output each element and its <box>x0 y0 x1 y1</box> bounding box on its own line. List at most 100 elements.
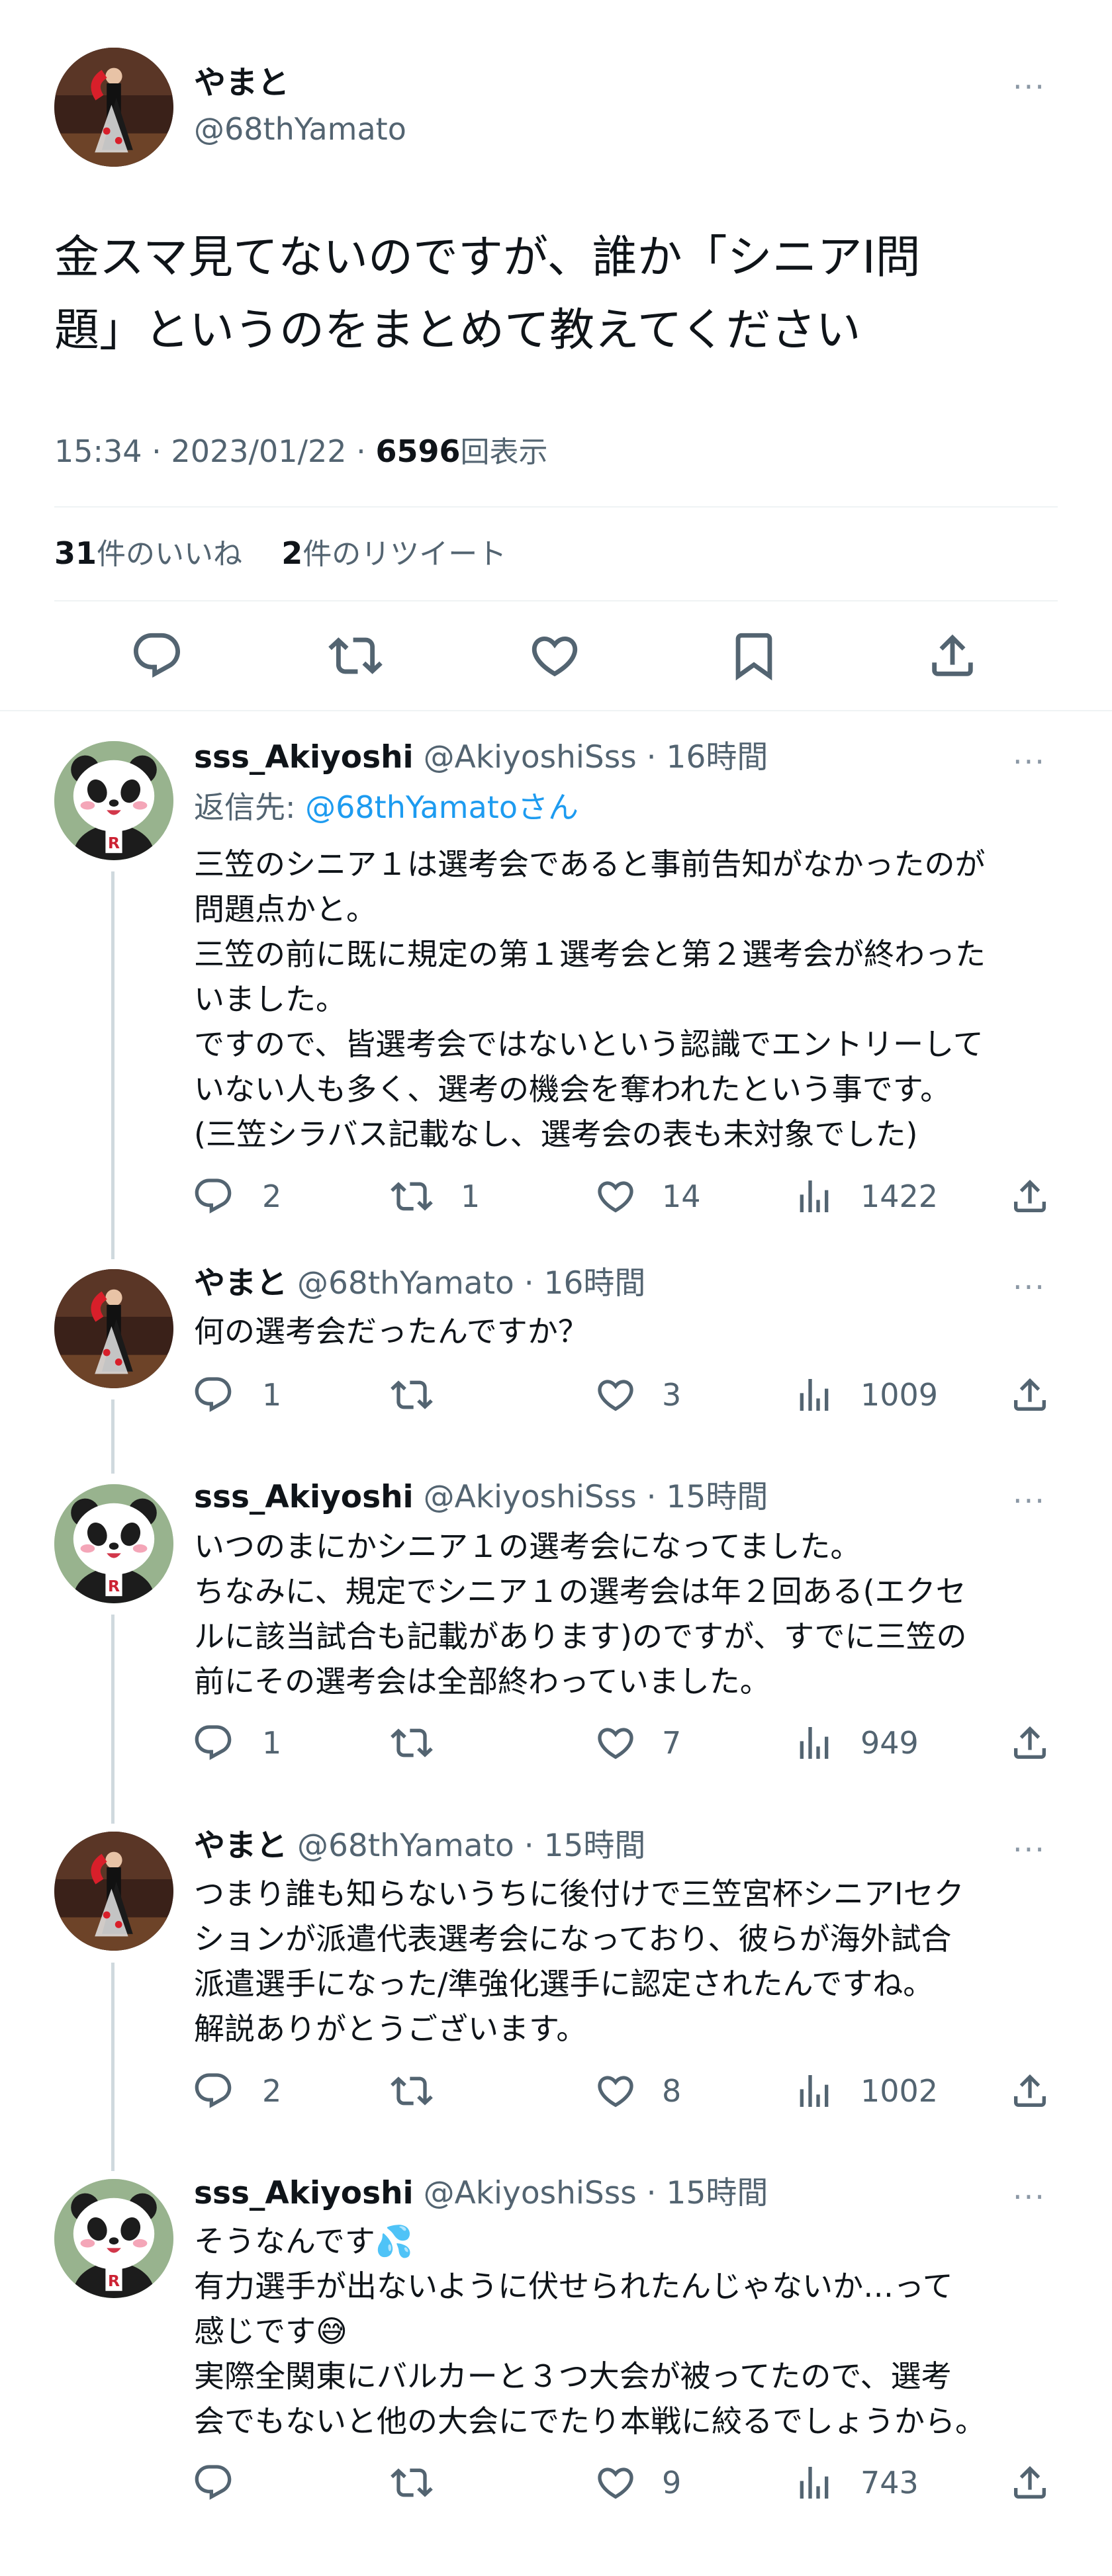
share-icon[interactable] <box>1009 1175 1051 1218</box>
views-count: 949 <box>860 1725 919 1761</box>
more-options-icon[interactable]: ··· <box>1013 71 1046 102</box>
like-count: 7 <box>662 1725 682 1761</box>
retweet-icon[interactable] <box>328 629 383 683</box>
reply-avatar[interactable] <box>54 1832 173 1951</box>
more-options-icon[interactable]: ··· <box>1013 746 1046 777</box>
reply-count: 2 <box>262 1178 282 1214</box>
likes-label[interactable]: 件のいいね <box>97 537 242 571</box>
reply-header: やまと @68thYamato · 16時間 <box>194 1264 645 1304</box>
like-icon[interactable] <box>528 629 582 683</box>
reply-icon[interactable] <box>192 2070 234 2112</box>
share-icon[interactable] <box>1009 1374 1051 1416</box>
reply-text: 何の選考会だったんですか？ <box>194 1313 588 1349</box>
reply-to-user[interactable]: @68thYamatoさん <box>305 789 579 825</box>
divider <box>54 506 1058 508</box>
views-count: 743 <box>860 2465 919 2501</box>
reply-icon[interactable] <box>192 1722 234 1764</box>
reply-count: 1 <box>262 1725 282 1761</box>
like-icon[interactable] <box>594 2462 637 2504</box>
likes-count[interactable]: 31 <box>54 535 97 571</box>
retweet-icon[interactable] <box>391 1722 433 1764</box>
view-count: 6596 <box>375 433 461 469</box>
like-icon[interactable] <box>594 1374 637 1416</box>
more-options-icon[interactable]: ··· <box>1013 2182 1046 2212</box>
reply-author-name[interactable]: やまと <box>194 1828 287 1864</box>
views-count: 1002 <box>860 2073 939 2109</box>
views-icon[interactable] <box>793 2462 835 2504</box>
retweet-icon[interactable] <box>391 2462 433 2504</box>
reply-text: つまり誰も知らないうちに後付けで三笠宮杯シニアⅠセク ションが派遣代表選考会にな… <box>194 1876 964 2047</box>
like-count: 3 <box>662 1377 682 1413</box>
views-icon[interactable] <box>793 1175 835 1218</box>
like-count: 9 <box>662 2465 682 2501</box>
reply-count: 2 <box>262 2073 282 2109</box>
reply-author-name[interactable]: sss_Akiyoshi <box>194 1479 414 1515</box>
reply-header: やまと @68thYamato · 15時間 <box>194 1826 645 1866</box>
reply-author-handle[interactable]: @AkiyoshiSss · 15時間 <box>424 2175 768 2211</box>
reply-count: 1 <box>262 1377 282 1413</box>
views-icon[interactable] <box>793 2070 835 2112</box>
panda-avatar-image <box>54 1484 173 1603</box>
tweet-meta: 15:34 · 2023/01/22 · 6596回表示 <box>54 431 547 472</box>
reply-to-label: 返信先: <box>194 789 306 825</box>
reply-icon[interactable] <box>192 2462 234 2504</box>
more-options-icon[interactable]: ··· <box>1013 1272 1046 1302</box>
reply-text: いつのまにかシニア１の選考会になってました。 ちなみに、規定でシニア１の選考会は… <box>194 1529 967 1699</box>
retweets-label[interactable]: 件のリツイート <box>302 537 506 571</box>
like-icon[interactable] <box>594 1722 637 1764</box>
reply-author-handle[interactable]: @AkiyoshiSss · 15時間 <box>424 1479 768 1515</box>
retweet-count: 1 <box>461 1178 481 1214</box>
reply-author-name[interactable]: sss_Akiyoshi <box>194 2175 414 2211</box>
thread-line <box>111 1963 115 2171</box>
reply-icon[interactable] <box>130 629 184 683</box>
thread-line <box>111 1615 115 1824</box>
avatar-image <box>54 1269 173 1388</box>
reply-header: sss_Akiyoshi @AkiyoshiSss · 16時間 <box>194 738 768 777</box>
author-avatar[interactable] <box>54 48 173 167</box>
views-count: 1422 <box>860 1178 939 1214</box>
reply-author-name[interactable]: sss_Akiyoshi <box>194 739 414 776</box>
reply-author-handle[interactable]: @68thYamato · 15時間 <box>297 1828 645 1864</box>
divider <box>0 710 1112 711</box>
reply-header: sss_Akiyoshi @AkiyoshiSss · 15時間 <box>194 2174 768 2213</box>
reply-avatar[interactable] <box>54 1484 173 1603</box>
views-count: 1009 <box>860 1377 939 1413</box>
thread-line <box>111 871 115 1259</box>
share-icon[interactable] <box>1009 2070 1051 2112</box>
panda-avatar-image <box>54 741 173 860</box>
reply-header: sss_Akiyoshi @AkiyoshiSss · 15時間 <box>194 1478 768 1517</box>
views-icon[interactable] <box>793 1722 835 1764</box>
reply-avatar[interactable] <box>54 2179 173 2298</box>
divider <box>54 600 1058 601</box>
retweets-count[interactable]: 2 <box>281 535 302 571</box>
view-label: 回表示 <box>460 435 548 469</box>
reply-to: 返信先: @68thYamatoさん <box>194 787 579 827</box>
retweet-icon[interactable] <box>391 2070 433 2112</box>
bookmark-icon[interactable] <box>727 629 781 683</box>
author-name[interactable]: やまと <box>194 63 289 103</box>
reply-avatar[interactable] <box>54 1269 173 1388</box>
share-icon[interactable] <box>1009 2462 1051 2504</box>
avatar-image <box>54 48 173 167</box>
more-options-icon[interactable]: ··· <box>1013 1486 1046 1516</box>
views-icon[interactable] <box>793 1374 835 1416</box>
more-options-icon[interactable]: ··· <box>1013 1834 1046 1865</box>
like-icon[interactable] <box>594 1175 637 1218</box>
tweet-time: 15:34 · 2023/01/22 · <box>54 433 376 469</box>
like-icon[interactable] <box>594 2070 637 2112</box>
reply-icon[interactable] <box>192 1374 234 1416</box>
avatar-image <box>54 1832 173 1951</box>
reply-avatar[interactable] <box>54 741 173 860</box>
share-icon[interactable] <box>925 629 980 683</box>
retweet-icon[interactable] <box>391 1374 433 1416</box>
reply-author-name[interactable]: やまと <box>194 1265 287 1302</box>
retweet-icon[interactable] <box>391 1175 433 1218</box>
reply-author-handle[interactable]: @AkiyoshiSss · 16時間 <box>424 739 768 776</box>
reply-icon[interactable] <box>192 1175 234 1218</box>
share-icon[interactable] <box>1009 1722 1051 1764</box>
panda-avatar-image <box>54 2179 173 2298</box>
tweet-text: 金スマ見てないのですが、誰か「シニアⅠ問 題」というのをまとめて教えてください <box>54 232 921 357</box>
reply-author-handle[interactable]: @68thYamato · 16時間 <box>297 1265 645 1302</box>
reply-text: そうなんです💦 有力選手が出ないように伏せられたんじゃないか…って 感じです😅 … <box>194 2223 986 2439</box>
author-handle[interactable]: @68thYamato <box>194 109 406 149</box>
